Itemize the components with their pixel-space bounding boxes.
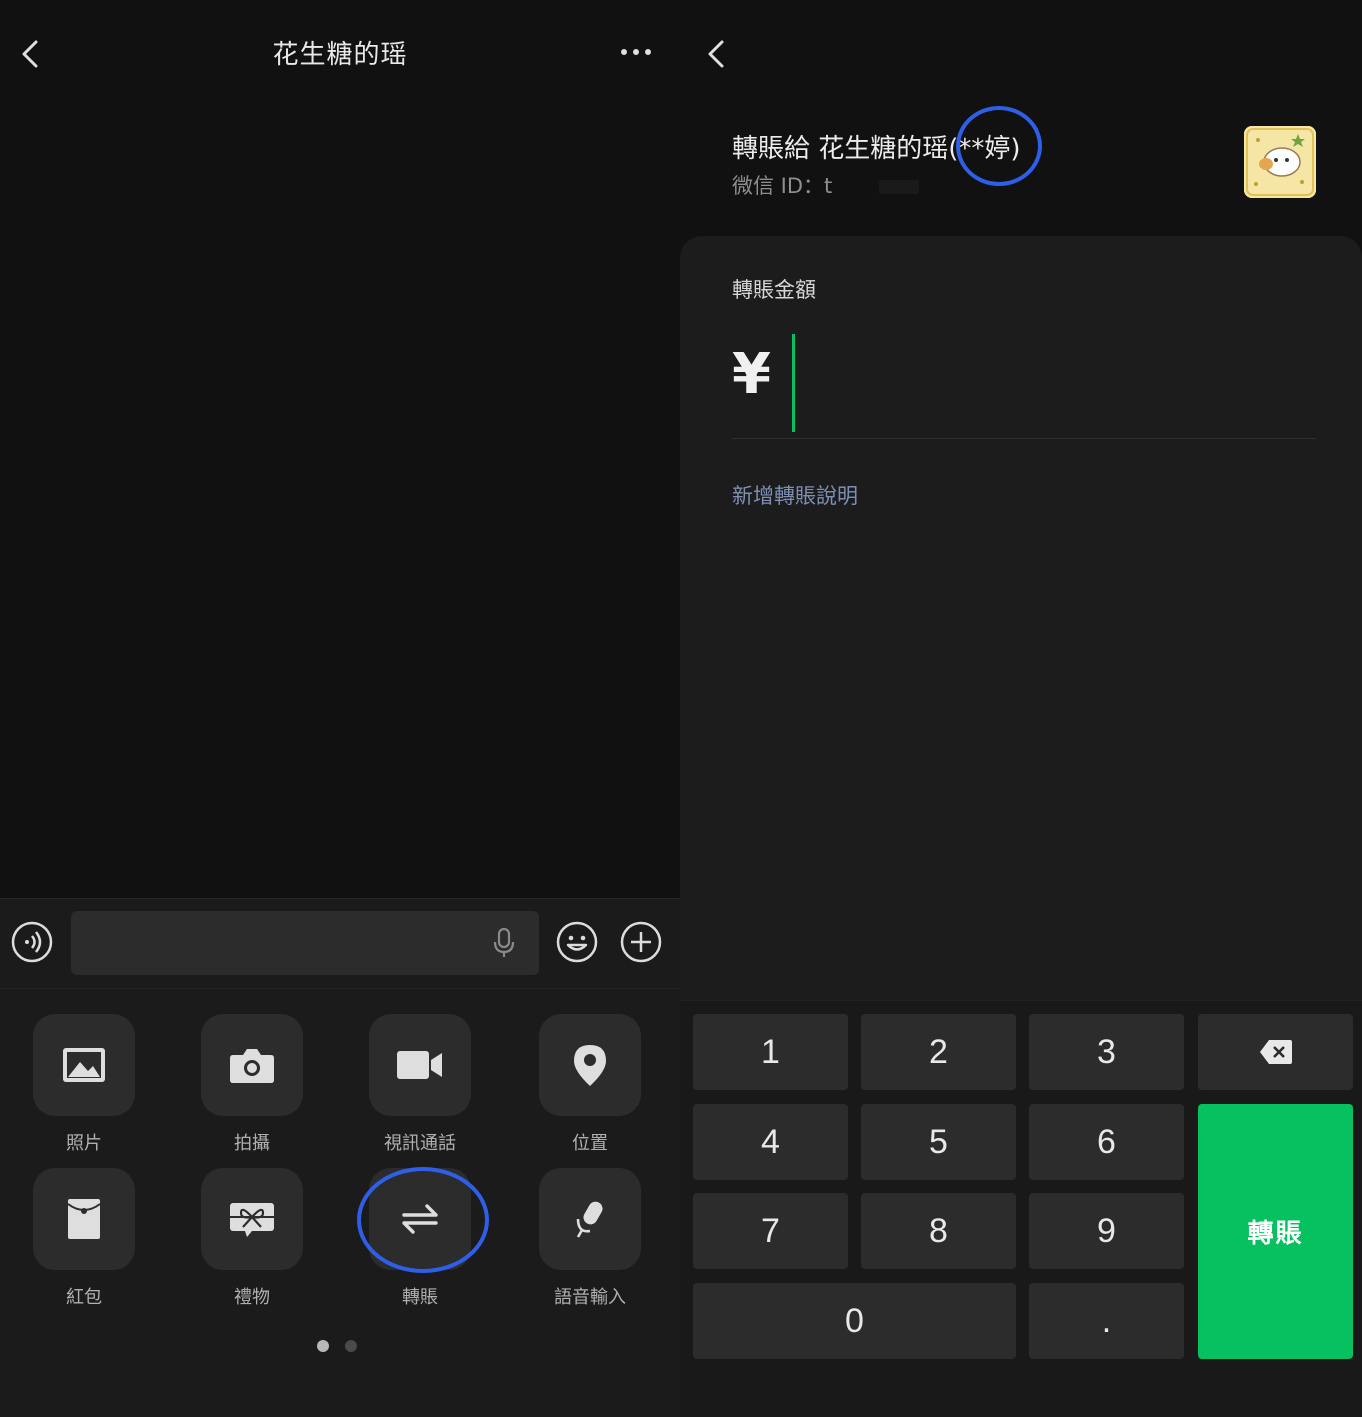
action-location[interactable] [539, 1014, 641, 1116]
currency-symbol: ¥ [732, 342, 771, 407]
key-5[interactable]: 5 [861, 1104, 1016, 1180]
page-dot[interactable] [345, 1340, 357, 1352]
action-label: 語音輸入 [554, 1287, 626, 1308]
key-4[interactable]: 4 [693, 1104, 848, 1180]
red-packet-icon [67, 1199, 101, 1239]
backspace-icon [1259, 1040, 1292, 1064]
action-label: 位置 [572, 1133, 608, 1154]
voice-toggle-icon[interactable] [11, 921, 53, 963]
avatar[interactable] [1244, 126, 1316, 198]
add-more-icon[interactable] [620, 921, 662, 963]
page-dot-active[interactable] [317, 1340, 329, 1352]
key-1[interactable]: 1 [693, 1014, 848, 1090]
annotation-circle [956, 106, 1042, 186]
action-label: 拍攝 [234, 1133, 270, 1154]
action-label: 紅包 [66, 1287, 102, 1308]
amount-card: 轉賬金額 ¥ 新增轉賬說明 [680, 236, 1362, 1000]
location-icon [574, 1045, 606, 1086]
divider [732, 438, 1316, 439]
microphone-icon[interactable] [491, 927, 517, 963]
action-label: 視訊通話 [384, 1133, 456, 1154]
action-red-packet[interactable] [33, 1168, 135, 1270]
back-icon[interactable] [698, 34, 738, 74]
gift-icon [230, 1203, 274, 1237]
key-decimal[interactable]: . [1029, 1283, 1184, 1359]
action-gift[interactable] [201, 1168, 303, 1270]
amount-label: 轉賬金額 [732, 278, 816, 302]
voice-input-icon [576, 1201, 603, 1238]
action-photo[interactable] [33, 1014, 135, 1116]
camera-icon [230, 1049, 274, 1083]
wechat-id-label: 微信 ID：t [732, 174, 833, 198]
add-note-link[interactable]: 新增轉賬說明 [732, 480, 858, 510]
numeric-keypad: 1 2 3 4 5 6 7 8 9 0 . 轉賬 [680, 1000, 1362, 1417]
transfer-screen: 轉賬給 花生糖的瑶(**婷) 微信 ID：t 轉賬金額 ¥ 新增轉賬說明 1 2… [680, 0, 1362, 1417]
key-0[interactable]: 0 [693, 1283, 1016, 1359]
message-input[interactable] [71, 911, 539, 975]
amount-input[interactable] [798, 346, 1298, 426]
input-caret [792, 334, 795, 432]
recipient-nickname: 轉賬給 花生糖的瑶 [732, 134, 949, 164]
key-2[interactable]: 2 [861, 1014, 1016, 1090]
chat-screen: 花生糖的瑶 照片 拍攝 視訊通話 位置 紅包 禮物 轉賬 語音輸入 [0, 0, 680, 1417]
photo-icon [63, 1048, 105, 1082]
key-3[interactable]: 3 [1029, 1014, 1184, 1090]
action-camera[interactable] [201, 1014, 303, 1116]
key-8[interactable]: 8 [861, 1193, 1016, 1269]
key-6[interactable]: 6 [1029, 1104, 1184, 1180]
backspace-key[interactable] [1198, 1014, 1353, 1090]
wechat-id-redacted [878, 180, 919, 194]
video-call-icon [397, 1051, 442, 1079]
action-voice-input[interactable] [539, 1168, 641, 1270]
annotation-circle [357, 1167, 489, 1273]
more-icon[interactable] [618, 42, 654, 62]
chat-input-bar [0, 898, 680, 989]
action-video-call[interactable] [369, 1014, 471, 1116]
action-label: 照片 [66, 1133, 102, 1154]
action-label: 轉賬 [402, 1287, 438, 1308]
key-7[interactable]: 7 [693, 1193, 848, 1269]
chat-title: 花生糖的瑶 [272, 40, 408, 70]
action-label: 禮物 [234, 1287, 270, 1308]
emoji-icon[interactable] [556, 921, 598, 963]
transfer-button[interactable]: 轉賬 [1198, 1104, 1353, 1359]
action-panel: 照片 拍攝 視訊通話 位置 紅包 禮物 轉賬 語音輸入 [0, 988, 680, 1417]
key-9[interactable]: 9 [1029, 1193, 1184, 1269]
wechat-id: 微信 ID：t [732, 170, 919, 200]
